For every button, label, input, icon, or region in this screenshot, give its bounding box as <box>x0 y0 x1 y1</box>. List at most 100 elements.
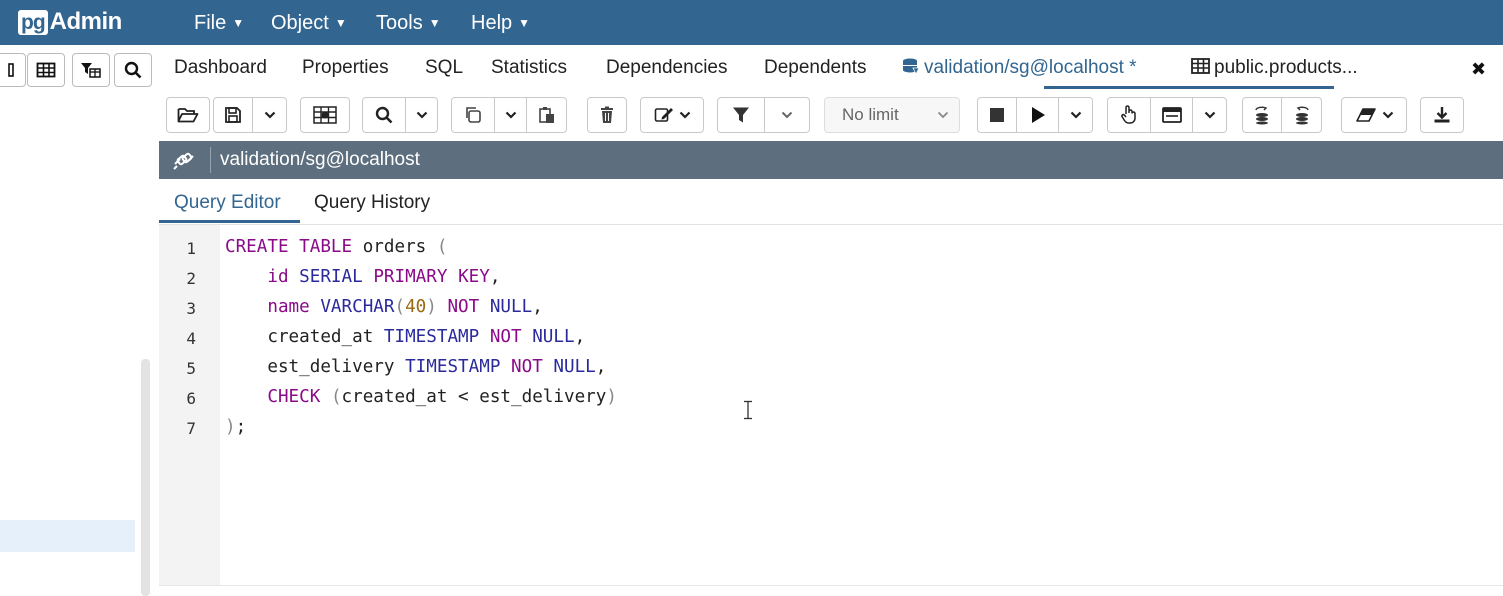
chevron-down-icon <box>1382 111 1393 119</box>
menu-help-label: Help <box>471 11 513 34</box>
tab-query-editor[interactable]: Query Editor <box>174 192 281 214</box>
properties-button[interactable] <box>0 53 26 87</box>
connection-label[interactable]: validation/sg@localhost <box>220 149 420 171</box>
filter-icon <box>733 107 749 123</box>
filter-options-dropdown[interactable] <box>765 97 810 133</box>
menu-file[interactable]: File ▼ <box>194 9 244 37</box>
explain-button[interactable] <box>1107 97 1151 133</box>
logo-admin: Admin <box>49 8 123 35</box>
paste-button[interactable] <box>527 97 567 133</box>
open-file-button[interactable] <box>166 97 210 133</box>
trash-icon <box>601 106 613 123</box>
sql-editor[interactable]: 1 2 3 4 5 6 7 CREATE TABLE orders ( id S… <box>159 225 1503 585</box>
paste-icon <box>538 107 554 123</box>
search-icon <box>375 106 393 124</box>
play-icon <box>1031 107 1045 123</box>
tab-query-tool-label: validation/sg@localhost * <box>924 57 1137 78</box>
save-file-button[interactable] <box>213 97 253 133</box>
chevron-down-icon: ▼ <box>232 16 245 30</box>
tab-statistics[interactable]: Statistics <box>491 57 567 79</box>
line-number: 1 <box>186 239 196 258</box>
code-line[interactable]: CREATE TABLE orders ( <box>225 237 447 257</box>
tab-sql[interactable]: SQL <box>425 57 463 79</box>
copy-button[interactable] <box>451 97 495 133</box>
delete-button[interactable] <box>587 97 627 133</box>
code-line[interactable]: created_at TIMESTAMP NOT NULL, <box>225 327 585 347</box>
tab-query-tool[interactable]: validation/sg@localhost * <box>902 57 1137 79</box>
text-cursor-icon <box>742 400 754 420</box>
filtered-rows-button[interactable] <box>72 53 110 87</box>
explain-analyze-button[interactable] <box>1151 97 1193 133</box>
execute-button[interactable] <box>1017 97 1059 133</box>
code-line[interactable]: est_delivery TIMESTAMP NOT NULL, <box>225 357 606 377</box>
line-number: 6 <box>186 389 196 408</box>
window-icon <box>1161 107 1182 123</box>
row-limit-value: No limit <box>842 105 899 124</box>
cancel-query-button[interactable] <box>977 97 1017 133</box>
chevron-down-icon: ▼ <box>428 16 441 30</box>
filter-button[interactable] <box>717 97 765 133</box>
save-options-dropdown[interactable] <box>253 97 287 133</box>
code-line[interactable]: ); <box>225 417 246 437</box>
chevron-down-icon <box>1204 111 1215 119</box>
active-editor-tab-indicator <box>159 220 300 223</box>
table-icon <box>1191 58 1210 74</box>
tab-dependents[interactable]: Dependents <box>764 57 866 79</box>
code-line[interactable]: CHECK (created_at < est_delivery) <box>225 387 617 407</box>
view-data-button[interactable] <box>27 53 65 87</box>
menu-help[interactable]: Help ▼ <box>471 9 530 37</box>
filter-table-icon <box>81 63 101 78</box>
chevron-down-icon <box>264 111 275 119</box>
table-edit-icon <box>313 106 337 124</box>
editor-tab-bar: Query Editor Query History <box>159 179 1503 225</box>
execute-options-dropdown[interactable] <box>1059 97 1093 133</box>
download-csv-button[interactable] <box>1420 97 1464 133</box>
chevron-down-icon <box>1070 111 1081 119</box>
browser-toolbar <box>0 53 157 89</box>
active-tab-indicator <box>1044 86 1334 89</box>
line-number: 2 <box>186 269 196 288</box>
commit-icon <box>1255 106 1268 125</box>
tab-dashboard[interactable]: Dashboard <box>174 57 267 79</box>
tab-properties[interactable]: Properties <box>302 57 389 79</box>
explain-options-dropdown[interactable] <box>1193 97 1227 133</box>
search-objects-button[interactable] <box>114 53 152 87</box>
eraser-icon <box>1355 108 1376 122</box>
find-options-dropdown[interactable] <box>406 97 438 133</box>
chevron-down-icon: ▼ <box>334 16 347 30</box>
close-tab-button[interactable]: ✖ <box>1471 59 1486 80</box>
edit-menu-button[interactable] <box>640 97 704 133</box>
line-number: 7 <box>186 419 196 438</box>
hand-pointer-icon <box>1121 105 1136 124</box>
code-line[interactable]: name VARCHAR(40) NOT NULL, <box>225 297 542 317</box>
connection-link-icon[interactable] <box>171 149 197 171</box>
tab-dependencies[interactable]: Dependencies <box>606 57 727 79</box>
database-icon <box>903 58 920 75</box>
menu-bar: pg Admin File ▼ Object ▼ Tools ▼ Help ▼ <box>0 0 1503 45</box>
tree-selected-row[interactable] <box>0 520 135 552</box>
connection-bar: validation/sg@localhost <box>159 141 1503 179</box>
save-icon <box>225 107 241 123</box>
menu-file-label: File <box>194 11 227 34</box>
edit-grid-button[interactable] <box>300 97 350 133</box>
browser-scrollbar[interactable] <box>141 359 150 596</box>
rollback-button[interactable] <box>1282 97 1322 133</box>
line-number-gutter: 1 2 3 4 5 6 7 <box>159 225 220 585</box>
menu-object[interactable]: Object ▼ <box>271 9 347 37</box>
download-icon <box>1434 107 1450 123</box>
menu-tools-label: Tools <box>376 11 423 34</box>
connection-bar-separator <box>210 147 211 173</box>
menu-tools[interactable]: Tools ▼ <box>376 9 441 37</box>
copy-options-dropdown[interactable] <box>495 97 527 133</box>
code-line[interactable]: id SERIAL PRIMARY KEY, <box>225 267 500 287</box>
clear-menu-button[interactable] <box>1341 97 1407 133</box>
table-icon <box>36 62 56 78</box>
row-limit-select[interactable]: No limit <box>824 97 960 133</box>
tab-query-history[interactable]: Query History <box>314 192 430 214</box>
folder-open-icon <box>177 108 199 123</box>
commit-button[interactable] <box>1242 97 1282 133</box>
find-button[interactable] <box>362 97 406 133</box>
pgadmin-logo[interactable]: pg Admin <box>18 8 122 36</box>
chevron-down-icon: ▼ <box>518 16 531 30</box>
tab-public-products[interactable]: public.products... <box>1191 57 1358 79</box>
